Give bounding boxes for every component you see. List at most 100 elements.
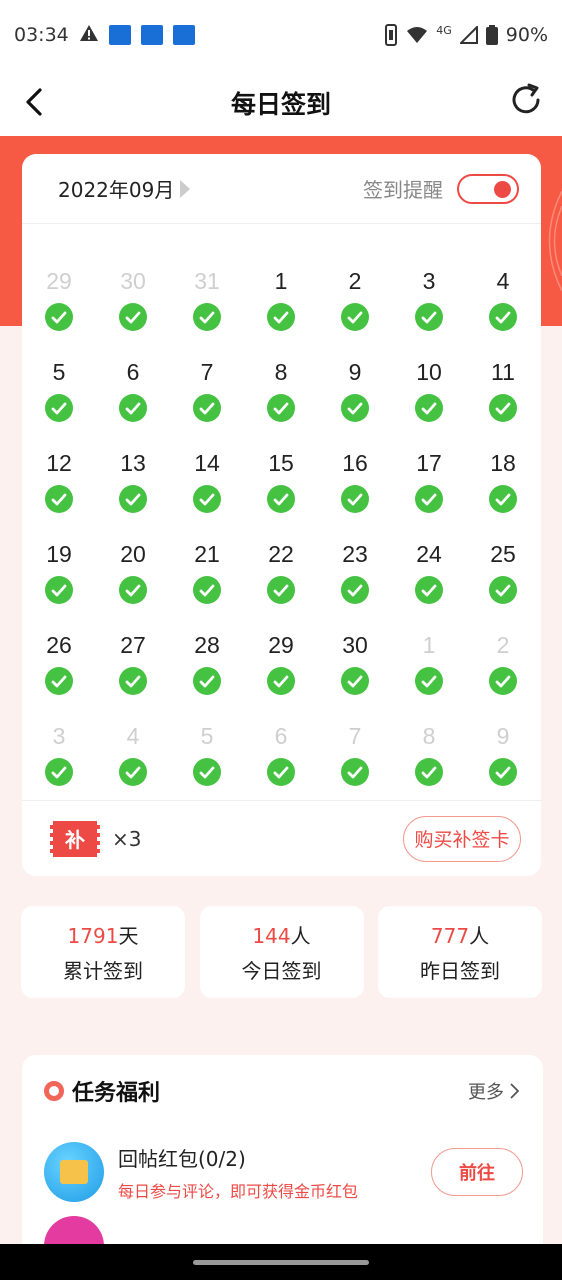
day-number: 19 <box>46 541 72 567</box>
calendar-day[interactable]: 12 <box>22 446 96 537</box>
calendar-day[interactable]: 27 <box>96 628 170 719</box>
checked-in-icon <box>267 576 295 604</box>
calendar-day[interactable]: 24 <box>392 537 466 628</box>
day-number: 11 <box>491 359 515 385</box>
calendar-day[interactable]: 31 <box>170 264 244 355</box>
day-number: 7 <box>348 723 362 749</box>
day-number: 20 <box>120 541 146 567</box>
calendar-day[interactable]: 14 <box>170 446 244 537</box>
chevron-right-icon <box>510 1083 519 1099</box>
status-time: 03:34 <box>14 24 69 46</box>
section-title: 任务福利 <box>72 1081 161 1106</box>
calendar-day[interactable]: 17 <box>392 446 466 537</box>
calendar-day[interactable]: 3 <box>22 719 96 810</box>
day-number: 16 <box>342 450 368 476</box>
checked-in-icon <box>415 576 443 604</box>
day-number: 17 <box>416 450 442 476</box>
calendar-day[interactable]: 16 <box>318 446 392 537</box>
red-packet-task-icon <box>44 1142 104 1202</box>
calendar-day[interactable]: 7 <box>170 355 244 446</box>
makeup-card-row: 补 ×3 购买补签卡 <box>22 800 541 876</box>
calendar-day[interactable]: 15 <box>244 446 318 537</box>
checked-in-icon <box>193 303 221 331</box>
day-number: 29 <box>46 268 72 294</box>
checked-in-icon <box>119 303 147 331</box>
day-number: 8 <box>422 723 436 749</box>
calendar-day[interactable]: 2 <box>466 628 540 719</box>
checked-in-icon <box>119 485 147 513</box>
calendar-day[interactable]: 21 <box>170 537 244 628</box>
calendar-day[interactable]: 1 <box>244 264 318 355</box>
calendar-day[interactable]: 13 <box>96 446 170 537</box>
calendar-day[interactable]: 23 <box>318 537 392 628</box>
calendar-day[interactable]: 9 <box>318 355 392 446</box>
checked-in-icon <box>45 667 73 695</box>
checked-in-icon <box>415 667 443 695</box>
calendar-day[interactable]: 5 <box>170 719 244 810</box>
calendar-week-row: 19 20 21 22 23 24 25 <box>22 537 541 628</box>
calendar-day[interactable]: 2 <box>318 264 392 355</box>
home-gesture-handle[interactable] <box>193 1259 369 1265</box>
stat-label: 昨日签到 <box>420 959 500 983</box>
calendar-day[interactable]: 22 <box>244 537 318 628</box>
battery-level: 90% <box>505 24 548 46</box>
day-number: 14 <box>194 450 220 476</box>
calendar-day[interactable]: 4 <box>96 719 170 810</box>
checked-in-icon <box>415 394 443 422</box>
day-number: 28 <box>194 632 220 658</box>
calendar-day[interactable]: 8 <box>244 355 318 446</box>
calendar-day[interactable]: 7 <box>318 719 392 810</box>
checked-in-icon <box>489 394 517 422</box>
calendar-day[interactable]: 29 <box>22 264 96 355</box>
day-number: 23 <box>342 541 368 567</box>
calendar-day[interactable]: 6 <box>244 719 318 810</box>
makeup-card-icon-text: 补 <box>65 828 85 852</box>
page-title: 每日签到 <box>230 90 331 119</box>
battery-icon <box>485 25 498 45</box>
calendar-week-row: 12 13 14 15 16 17 18 <box>22 446 541 537</box>
calendar-day[interactable]: 9 <box>466 719 540 810</box>
calendar-day[interactable]: 6 <box>96 355 170 446</box>
day-number: 9 <box>496 723 510 749</box>
calendar-day[interactable]: 18 <box>466 446 540 537</box>
refresh-button[interactable] <box>506 80 546 120</box>
more-link[interactable]: 更多 <box>468 1078 519 1104</box>
calendar-day[interactable]: 8 <box>392 719 466 810</box>
back-button[interactable] <box>14 82 54 122</box>
checked-in-icon <box>267 758 295 786</box>
calendar-day[interactable]: 19 <box>22 537 96 628</box>
stat-unit: 天 <box>118 924 139 948</box>
checked-in-icon <box>193 394 221 422</box>
day-number: 4 <box>126 723 140 749</box>
buy-makeup-card-button[interactable]: 购买补签卡 <box>403 815 521 862</box>
calendar-day[interactable]: 11 <box>466 355 540 446</box>
day-number: 3 <box>52 723 66 749</box>
checked-in-icon <box>119 758 147 786</box>
app-notification-icon <box>140 25 163 45</box>
calendar-day[interactable]: 28 <box>170 628 244 719</box>
wifi-icon <box>406 26 428 44</box>
calendar-day[interactable]: 26 <box>22 628 96 719</box>
calendar-day[interactable]: 5 <box>22 355 96 446</box>
checked-in-icon <box>193 485 221 513</box>
calendar-day[interactable]: 29 <box>244 628 318 719</box>
task-go-button[interactable]: 前往 <box>431 1148 523 1196</box>
day-number: 1 <box>422 632 436 658</box>
calendar-day[interactable]: 10 <box>392 355 466 446</box>
next-month-arrow-icon[interactable] <box>180 179 191 198</box>
calendar-day[interactable]: 3 <box>392 264 466 355</box>
day-number: 18 <box>490 450 516 476</box>
calendar-day[interactable]: 1 <box>392 628 466 719</box>
calendar-day[interactable]: 4 <box>466 264 540 355</box>
checked-in-icon <box>267 485 295 513</box>
day-number: 12 <box>46 450 72 476</box>
refresh-icon <box>512 83 540 114</box>
calendar-day[interactable]: 30 <box>318 628 392 719</box>
calendar-day[interactable]: 20 <box>96 537 170 628</box>
reminder-toggle[interactable] <box>457 173 519 204</box>
checked-in-icon <box>415 485 443 513</box>
stat-today: 144人 今日签到 <box>199 906 364 998</box>
calendar-day[interactable]: 30 <box>96 264 170 355</box>
calendar-day[interactable]: 25 <box>466 537 540 628</box>
day-number: 4 <box>496 268 510 294</box>
